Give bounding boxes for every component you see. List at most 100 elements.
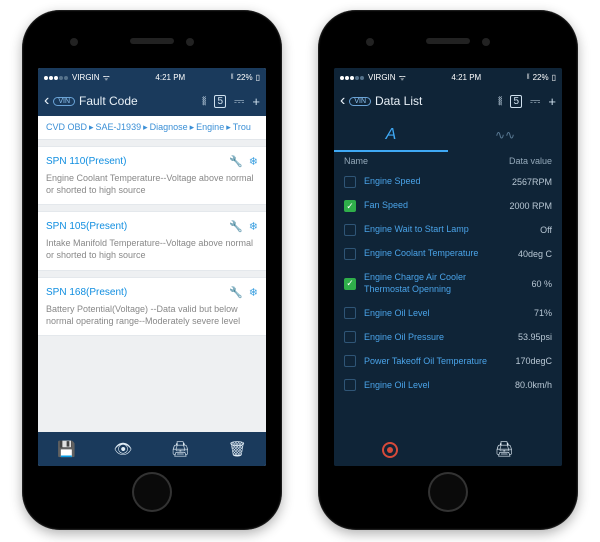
clock-label: 4:21 PM (451, 73, 481, 82)
table-row[interactable]: Power Takeoff Oil Temperature170degC (334, 349, 562, 373)
row-name: Engine Wait to Start Lamp (364, 224, 496, 236)
wifi-icon: ᯤ (103, 72, 110, 83)
screen-fault-code: VIRGIN ᯤ 4:21 PM ⧛ 22% ▯ ‹ VIN Fault Cod… (38, 68, 266, 466)
table-row[interactable]: Engine Oil Pressure53.95psi (334, 325, 562, 349)
snowflake-icon[interactable]: ❄ (249, 155, 258, 168)
row-value: 40deg C (496, 249, 552, 259)
car-battery-icon[interactable]: ⎓ (234, 93, 244, 109)
fault-desc: Engine Coolant Temperature--Voltage abov… (46, 172, 258, 196)
col-value: Data value (509, 156, 552, 166)
table-row[interactable]: ✓ Fan Speed2000 RPM (334, 194, 562, 218)
table-row[interactable]: ✓ Engine Charge Air Cooler Thermostat Ope… (334, 266, 562, 301)
row-value: 2567RPM (496, 177, 552, 187)
page-title: Fault Code (79, 94, 202, 108)
fault-item[interactable]: SPN 110(Present) 🔧 ❄ Engine Coolant Tempe… (38, 146, 266, 205)
fault-desc: Intake Manifold Temperature--Voltage abo… (46, 237, 258, 261)
battery-label: 22% (533, 73, 549, 82)
screenshot-icon[interactable]: 5 (214, 95, 226, 108)
table-row[interactable]: Engine Coolant Temperature40deg C (334, 242, 562, 266)
snowflake-icon[interactable]: ❄ (249, 286, 258, 299)
table-row[interactable]: Engine Speed2567RPM (334, 170, 562, 194)
checkbox[interactable]: ✓ (344, 200, 356, 212)
bluetooth-icon: ⧛ (231, 72, 234, 82)
table-row[interactable]: Engine Oil Level71% (334, 301, 562, 325)
fault-spn: SPN 168 (46, 287, 86, 298)
table-row[interactable]: Engine Oil Level80.0km/h (334, 373, 562, 397)
fault-status: (Present) (85, 156, 126, 167)
print-button[interactable]: 🖨 (171, 440, 190, 458)
row-name: Engine Oil Level (364, 308, 496, 320)
back-button[interactable]: ‹ (340, 92, 345, 110)
phone-right: VIRGIN ᯤ 4:21 PM ⧛ 22% ▯ ‹ VIN Data List… (318, 10, 578, 530)
fault-spn: SPN 110 (46, 156, 85, 167)
fault-desc: Battery Potential(Voltage) --Data valid … (46, 303, 258, 327)
checkbox[interactable]: ✓ (344, 278, 356, 290)
delete-button[interactable]: 🗑 (228, 440, 247, 458)
vin-badge[interactable]: VIN (349, 97, 371, 106)
page-title: Data List (375, 94, 498, 108)
checkbox[interactable] (344, 379, 356, 391)
clock-label: 4:21 PM (155, 73, 185, 82)
checkbox[interactable] (344, 307, 356, 319)
home-button[interactable] (428, 472, 468, 512)
row-name: Power Takeoff Oil Temperature (364, 356, 496, 368)
tabs: A ∿∿ (334, 116, 562, 152)
signal-dots-icon (44, 73, 69, 82)
home-button[interactable] (132, 472, 172, 512)
checkbox[interactable] (344, 331, 356, 343)
row-value: 2000 RPM (496, 201, 552, 211)
bottom-toolbar: 🖨 (334, 432, 562, 466)
row-value: Off (496, 225, 552, 235)
carrier-label: VIRGIN (368, 73, 396, 82)
wrench-icon[interactable]: 🔧 (229, 286, 243, 299)
bluetooth-nav-icon[interactable]: ⧛ (498, 93, 503, 109)
waveform-icon: ∿∿ (495, 128, 515, 142)
plus-button[interactable]: + (252, 94, 260, 109)
snowflake-icon[interactable]: ❄ (249, 220, 258, 233)
checkbox[interactable] (344, 248, 356, 260)
tab-data[interactable]: A (334, 126, 448, 152)
checkbox[interactable] (344, 355, 356, 367)
screenshot-icon[interactable]: 5 (510, 95, 522, 108)
row-name: Engine Coolant Temperature (364, 248, 496, 260)
nav-bar: ‹ VIN Data List ⧛ 5 ⎓ + (334, 86, 562, 116)
row-name: Engine Charge Air Cooler Thermostat Open… (364, 272, 496, 295)
wrench-icon[interactable]: 🔧 (229, 220, 243, 233)
back-button[interactable]: ‹ (44, 92, 49, 110)
bluetooth-nav-icon[interactable]: ⧛ (202, 93, 207, 109)
row-name: Fan Speed (364, 200, 496, 212)
row-name: Engine Oil Pressure (364, 332, 496, 344)
tab-waveform[interactable]: ∿∿ (448, 126, 562, 152)
breadcrumb[interactable]: CVD OBD▸SAE-J1939▸Diagnose▸Engine▸Trou (38, 116, 266, 140)
fault-item[interactable]: SPN 105(Present) 🔧❄ Intake Manifold Temp… (38, 211, 266, 270)
fault-status: (Present) (86, 287, 127, 298)
fault-status: (Present) (86, 221, 127, 232)
row-name: Engine Oil Level (364, 380, 496, 392)
checkbox[interactable] (344, 224, 356, 236)
fault-item[interactable]: SPN 168(Present) 🔧 ❄ Battery Potential(Vo… (38, 277, 266, 336)
data-rows: Engine Speed2567RPM ✓ Fan Speed2000 RPM Eng… (334, 170, 562, 432)
table-row[interactable]: Engine Wait to Start LampOff (334, 218, 562, 242)
wrench-icon[interactable]: 🔧 (229, 155, 243, 168)
print-button[interactable]: 🖨 (495, 440, 514, 458)
phone-left: VIRGIN ᯤ 4:21 PM ⧛ 22% ▯ ‹ VIN Fault Cod… (22, 10, 282, 530)
plus-button[interactable]: + (548, 94, 556, 109)
row-value: 170degC (496, 356, 552, 366)
row-value: 80.0km/h (496, 380, 552, 390)
bluetooth-icon: ⧛ (527, 72, 530, 82)
nav-bar: ‹ VIN Fault Code ⧛ 5 ⎓ + (38, 86, 266, 116)
row-value: 71% (496, 308, 552, 318)
row-value: 60 % (496, 279, 552, 289)
checkbox[interactable] (344, 176, 356, 188)
battery-icon: ▯ (552, 73, 556, 82)
battery-icon: ▯ (256, 73, 260, 82)
bottom-toolbar: 💾 👁 🖨 🗑 (38, 432, 266, 466)
vin-badge[interactable]: VIN (53, 97, 75, 106)
view-button[interactable]: 👁 (114, 440, 133, 458)
record-button[interactable] (382, 440, 398, 458)
fault-list: SPN 110(Present) 🔧❄ Engine Coolant Tempe… (38, 140, 266, 432)
car-battery-icon[interactable]: ⎓ (530, 93, 540, 109)
screen-data-list: VIRGIN ᯤ 4:21 PM ⧛ 22% ▯ ‹ VIN Data List… (334, 68, 562, 466)
save-button[interactable]: 💾 (57, 440, 76, 458)
carrier-label: VIRGIN (72, 73, 100, 82)
